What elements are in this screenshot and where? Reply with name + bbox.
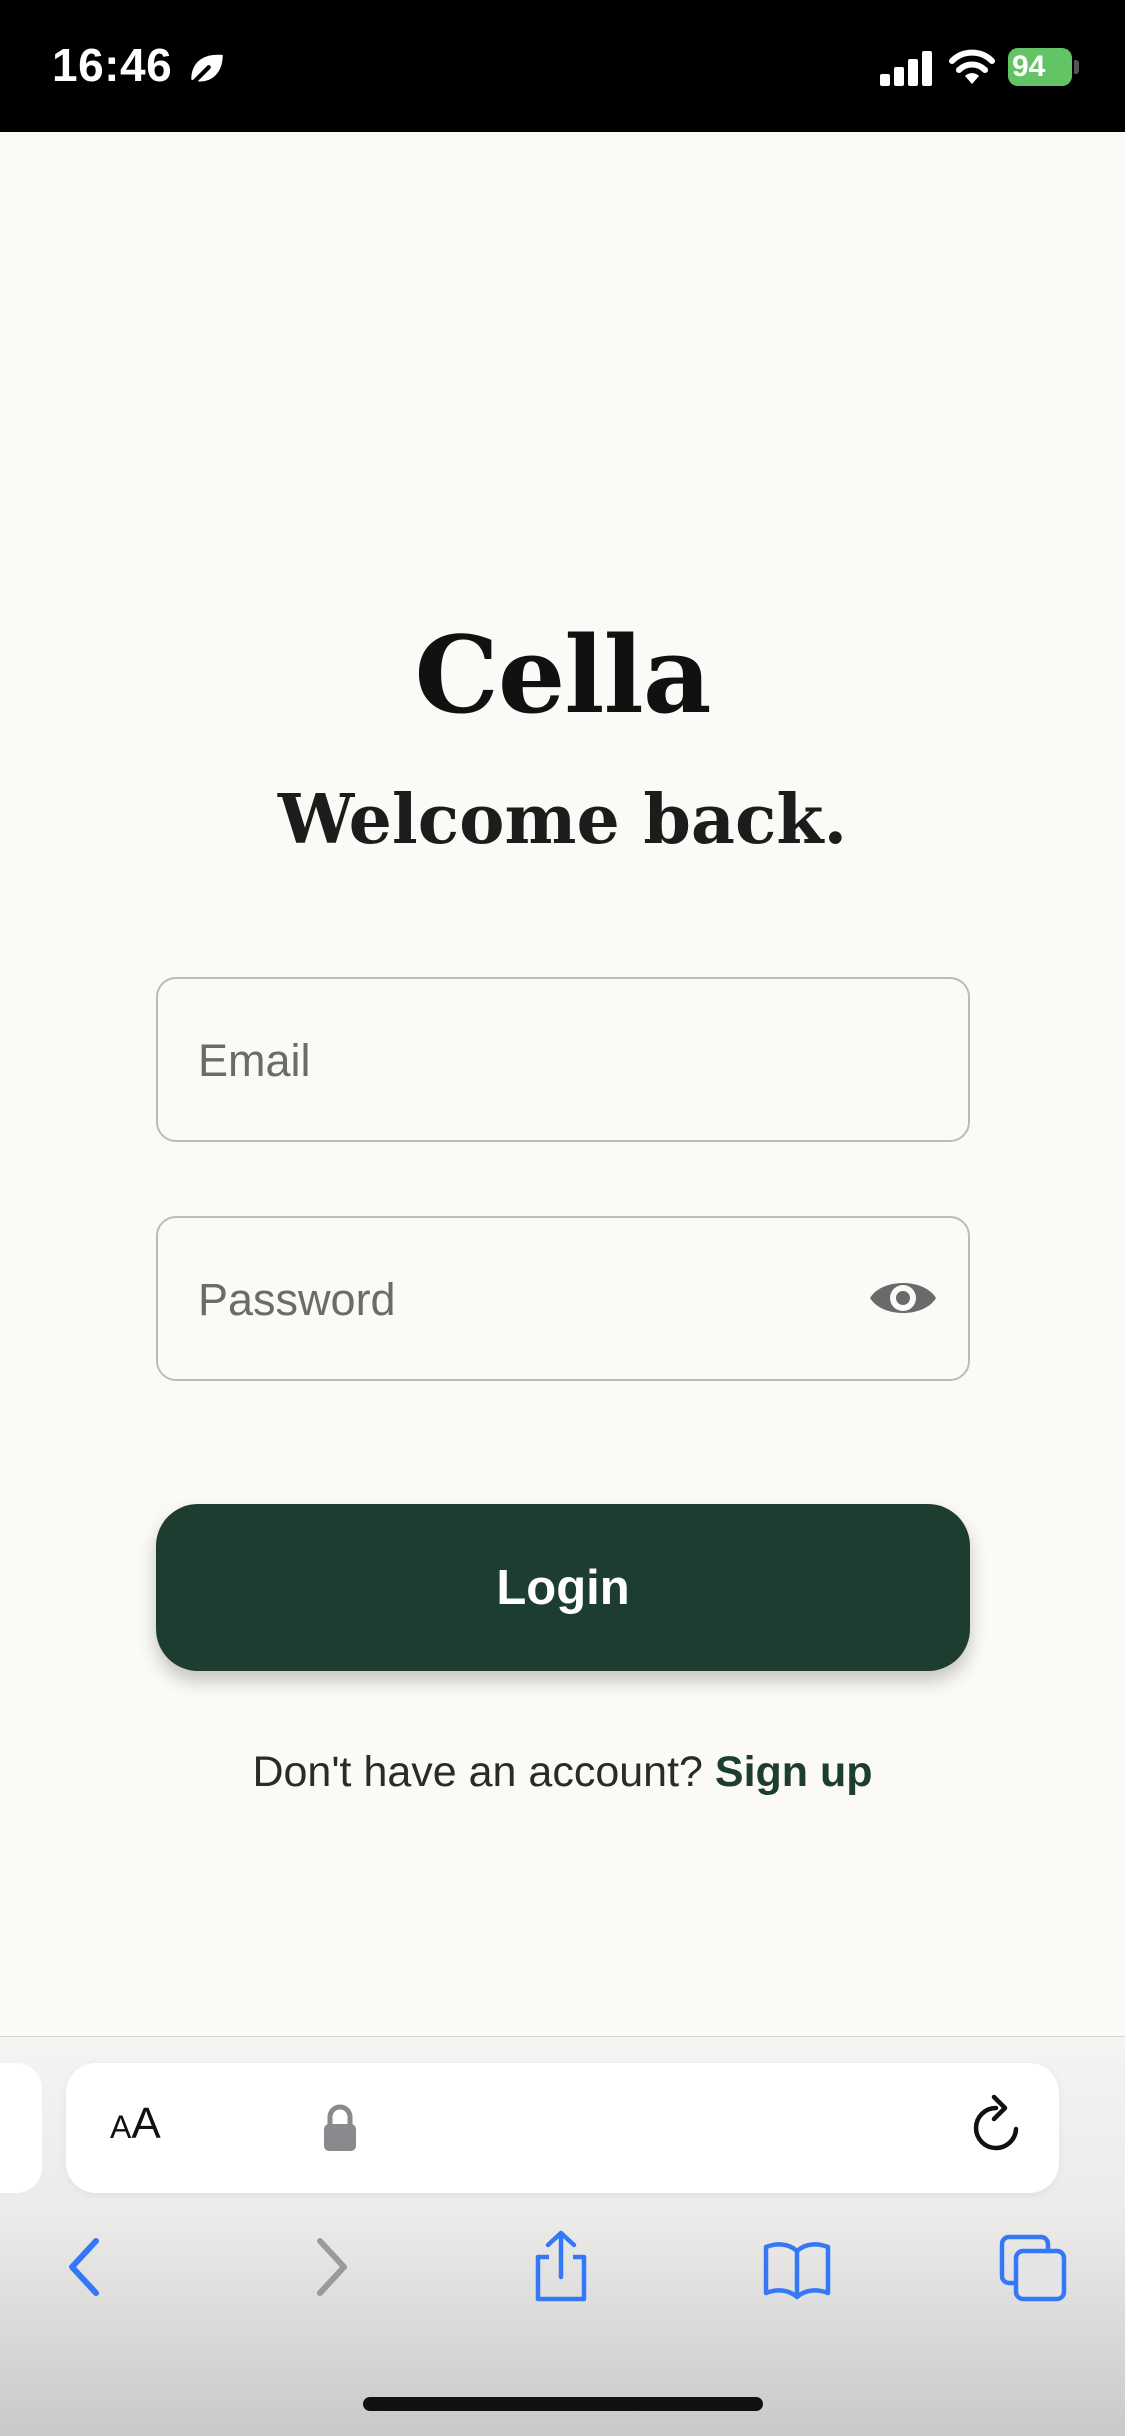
share-icon[interactable] bbox=[526, 2229, 596, 2305]
status-time: 16:46 bbox=[52, 39, 173, 91]
home-indicator bbox=[363, 2397, 763, 2411]
status-bar: 16:46 94 bbox=[0, 0, 1125, 132]
back-icon[interactable] bbox=[52, 2229, 122, 2305]
signup-row: Don't have an account? Sign up bbox=[0, 1748, 1125, 1797]
eye-icon[interactable] bbox=[868, 1270, 938, 1326]
browser-toolbar: AA bbox=[0, 2036, 1125, 2436]
text-size-button[interactable]: AA bbox=[110, 2099, 161, 2149]
lock-icon bbox=[324, 2104, 356, 2151]
signup-prompt: Don't have an account? bbox=[252, 1748, 703, 1796]
cellular-signal-icon bbox=[880, 51, 932, 86]
focus-leaf-icon bbox=[189, 54, 223, 87]
password-field[interactable]: Password bbox=[156, 1216, 970, 1381]
battery-level: 94 bbox=[1012, 50, 1046, 83]
brand-title: Cella bbox=[414, 612, 711, 737]
reload-icon[interactable] bbox=[966, 2093, 1028, 2159]
signup-link[interactable]: Sign up bbox=[715, 1748, 873, 1796]
email-field[interactable]: Email bbox=[156, 977, 970, 1142]
previous-tab-preview[interactable] bbox=[0, 2063, 42, 2193]
email-placeholder: Email bbox=[198, 1035, 311, 1086]
forward-icon[interactable] bbox=[294, 2229, 364, 2305]
login-button[interactable]: Login bbox=[156, 1504, 970, 1671]
welcome-heading: Welcome back. bbox=[277, 780, 848, 860]
password-placeholder: Password bbox=[198, 1274, 396, 1325]
battery-charging-icon: 94 bbox=[1008, 48, 1080, 86]
wifi-icon bbox=[949, 49, 995, 84]
tabs-icon[interactable] bbox=[998, 2229, 1068, 2305]
address-bar[interactable]: AA bbox=[66, 2063, 1059, 2193]
bookmarks-icon[interactable] bbox=[762, 2229, 832, 2305]
